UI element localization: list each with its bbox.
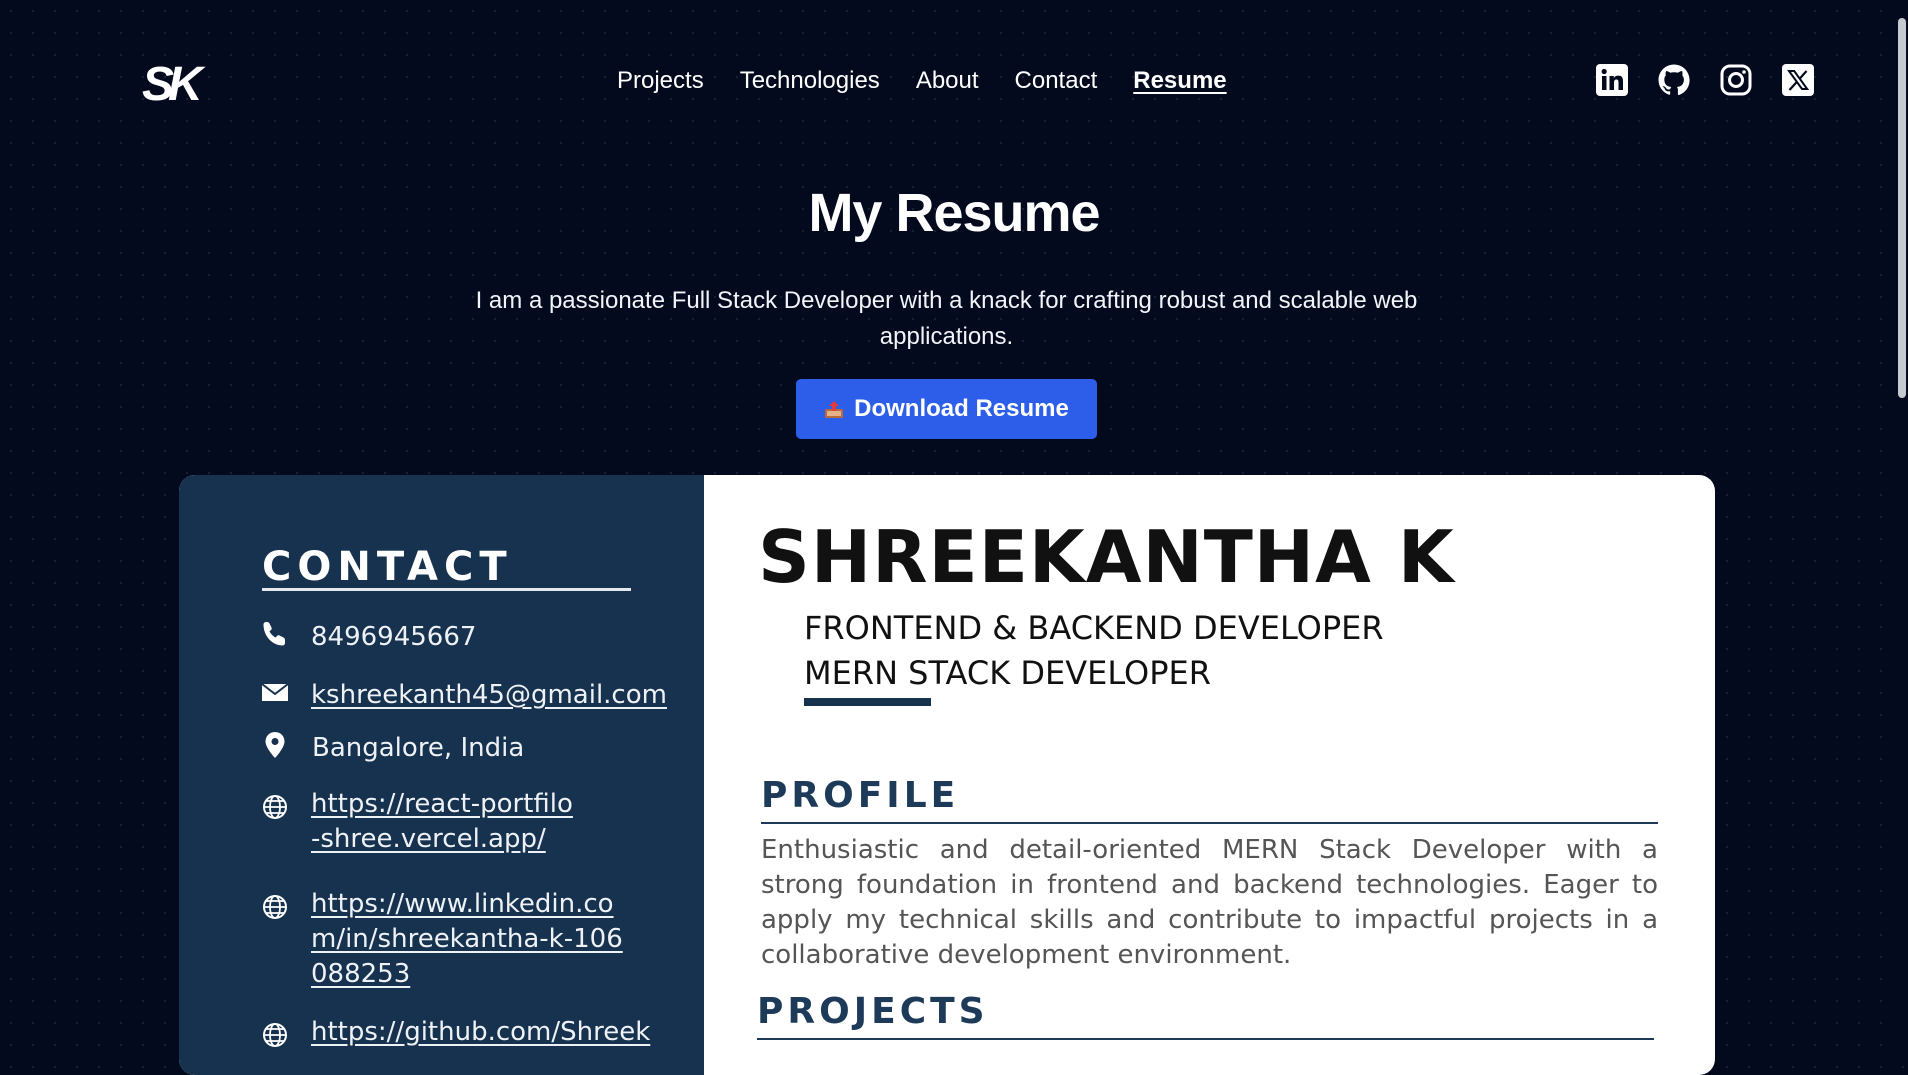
nav-resume[interactable]: Resume bbox=[1133, 64, 1226, 98]
profile-heading: PROFILE bbox=[761, 775, 960, 816]
contact-location-row: Bangalore, India bbox=[261, 731, 524, 766]
resume-role-secondary: MERN STACK DEVELOPER bbox=[804, 654, 1211, 692]
contact-divider bbox=[262, 588, 631, 591]
resume-sidebar: CONTACT 8496945667 kshreekanth45@gmail.c… bbox=[179, 475, 704, 1075]
linkedin-icon[interactable] bbox=[1595, 63, 1629, 97]
contact-linkedin-row: https://www.linkedin.com/in/shreekantha-… bbox=[261, 887, 631, 992]
profile-text: Enthusiastic and detail-oriented MERN St… bbox=[761, 835, 1658, 970]
contact-phone-row: 8496945667 bbox=[261, 620, 476, 655]
contact-github-link[interactable]: https://github.com/Shreek bbox=[311, 1015, 650, 1050]
contact-linkedin-link[interactable]: https://www.linkedin.com/in/shreekantha-… bbox=[311, 887, 631, 992]
resume-name: SHREEKANTHA K bbox=[758, 515, 1455, 599]
mail-icon bbox=[261, 683, 289, 701]
page-subtitle: I am a passionate Full Stack Developer w… bbox=[475, 287, 1418, 350]
resume-role-primary: FRONTEND & BACKEND DEVELOPER bbox=[804, 609, 1384, 647]
contact-portfolio-link[interactable]: https://react-portfilo-shree.vercel.app/ bbox=[311, 787, 581, 857]
role-accent-bar bbox=[804, 698, 931, 706]
nav-contact[interactable]: Contact bbox=[1015, 64, 1098, 98]
outbox-tray-icon bbox=[825, 401, 844, 418]
github-icon[interactable] bbox=[1657, 63, 1691, 97]
profile-divider bbox=[761, 822, 1658, 824]
location-pin-icon bbox=[265, 732, 285, 758]
globe-icon bbox=[263, 795, 287, 819]
nav-technologies[interactable]: Technologies bbox=[740, 64, 880, 98]
phone-icon bbox=[263, 622, 285, 646]
contact-location: Bangalore, India bbox=[312, 733, 525, 763]
contact-portfolio-row: https://react-portfilo-shree.vercel.app/ bbox=[261, 787, 581, 857]
projects-heading: PROJECTS bbox=[757, 991, 989, 1032]
globe-icon bbox=[263, 895, 287, 919]
nav-projects[interactable]: Projects bbox=[617, 64, 704, 98]
resume-main: SHREEKANTHA K FRONTEND & BACKEND DEVELOP… bbox=[704, 475, 1715, 1075]
instagram-icon[interactable] bbox=[1719, 63, 1753, 97]
page-title: My Resume bbox=[808, 183, 1100, 243]
nav-about[interactable]: About bbox=[916, 64, 979, 98]
download-resume-label: Download Resume bbox=[854, 395, 1069, 422]
projects-divider bbox=[757, 1038, 1654, 1040]
download-resume-button[interactable]: Download Resume bbox=[796, 379, 1097, 439]
scrollbar-thumb[interactable] bbox=[1898, 18, 1906, 398]
contact-heading: CONTACT bbox=[262, 544, 513, 590]
contact-email-link[interactable]: kshreekanth45@gmail.com bbox=[311, 678, 667, 713]
contact-github-row: https://github.com/Shreek bbox=[261, 1015, 650, 1050]
contact-phone: 8496945667 bbox=[311, 622, 477, 652]
contact-email-row: kshreekanth45@gmail.com bbox=[261, 678, 667, 713]
page-scrollbar[interactable] bbox=[1896, 0, 1908, 1047]
globe-icon bbox=[263, 1023, 287, 1047]
resume-preview: CONTACT 8496945667 kshreekanth45@gmail.c… bbox=[179, 475, 1715, 1075]
x-icon[interactable] bbox=[1781, 63, 1815, 97]
social-links bbox=[1595, 63, 1815, 97]
